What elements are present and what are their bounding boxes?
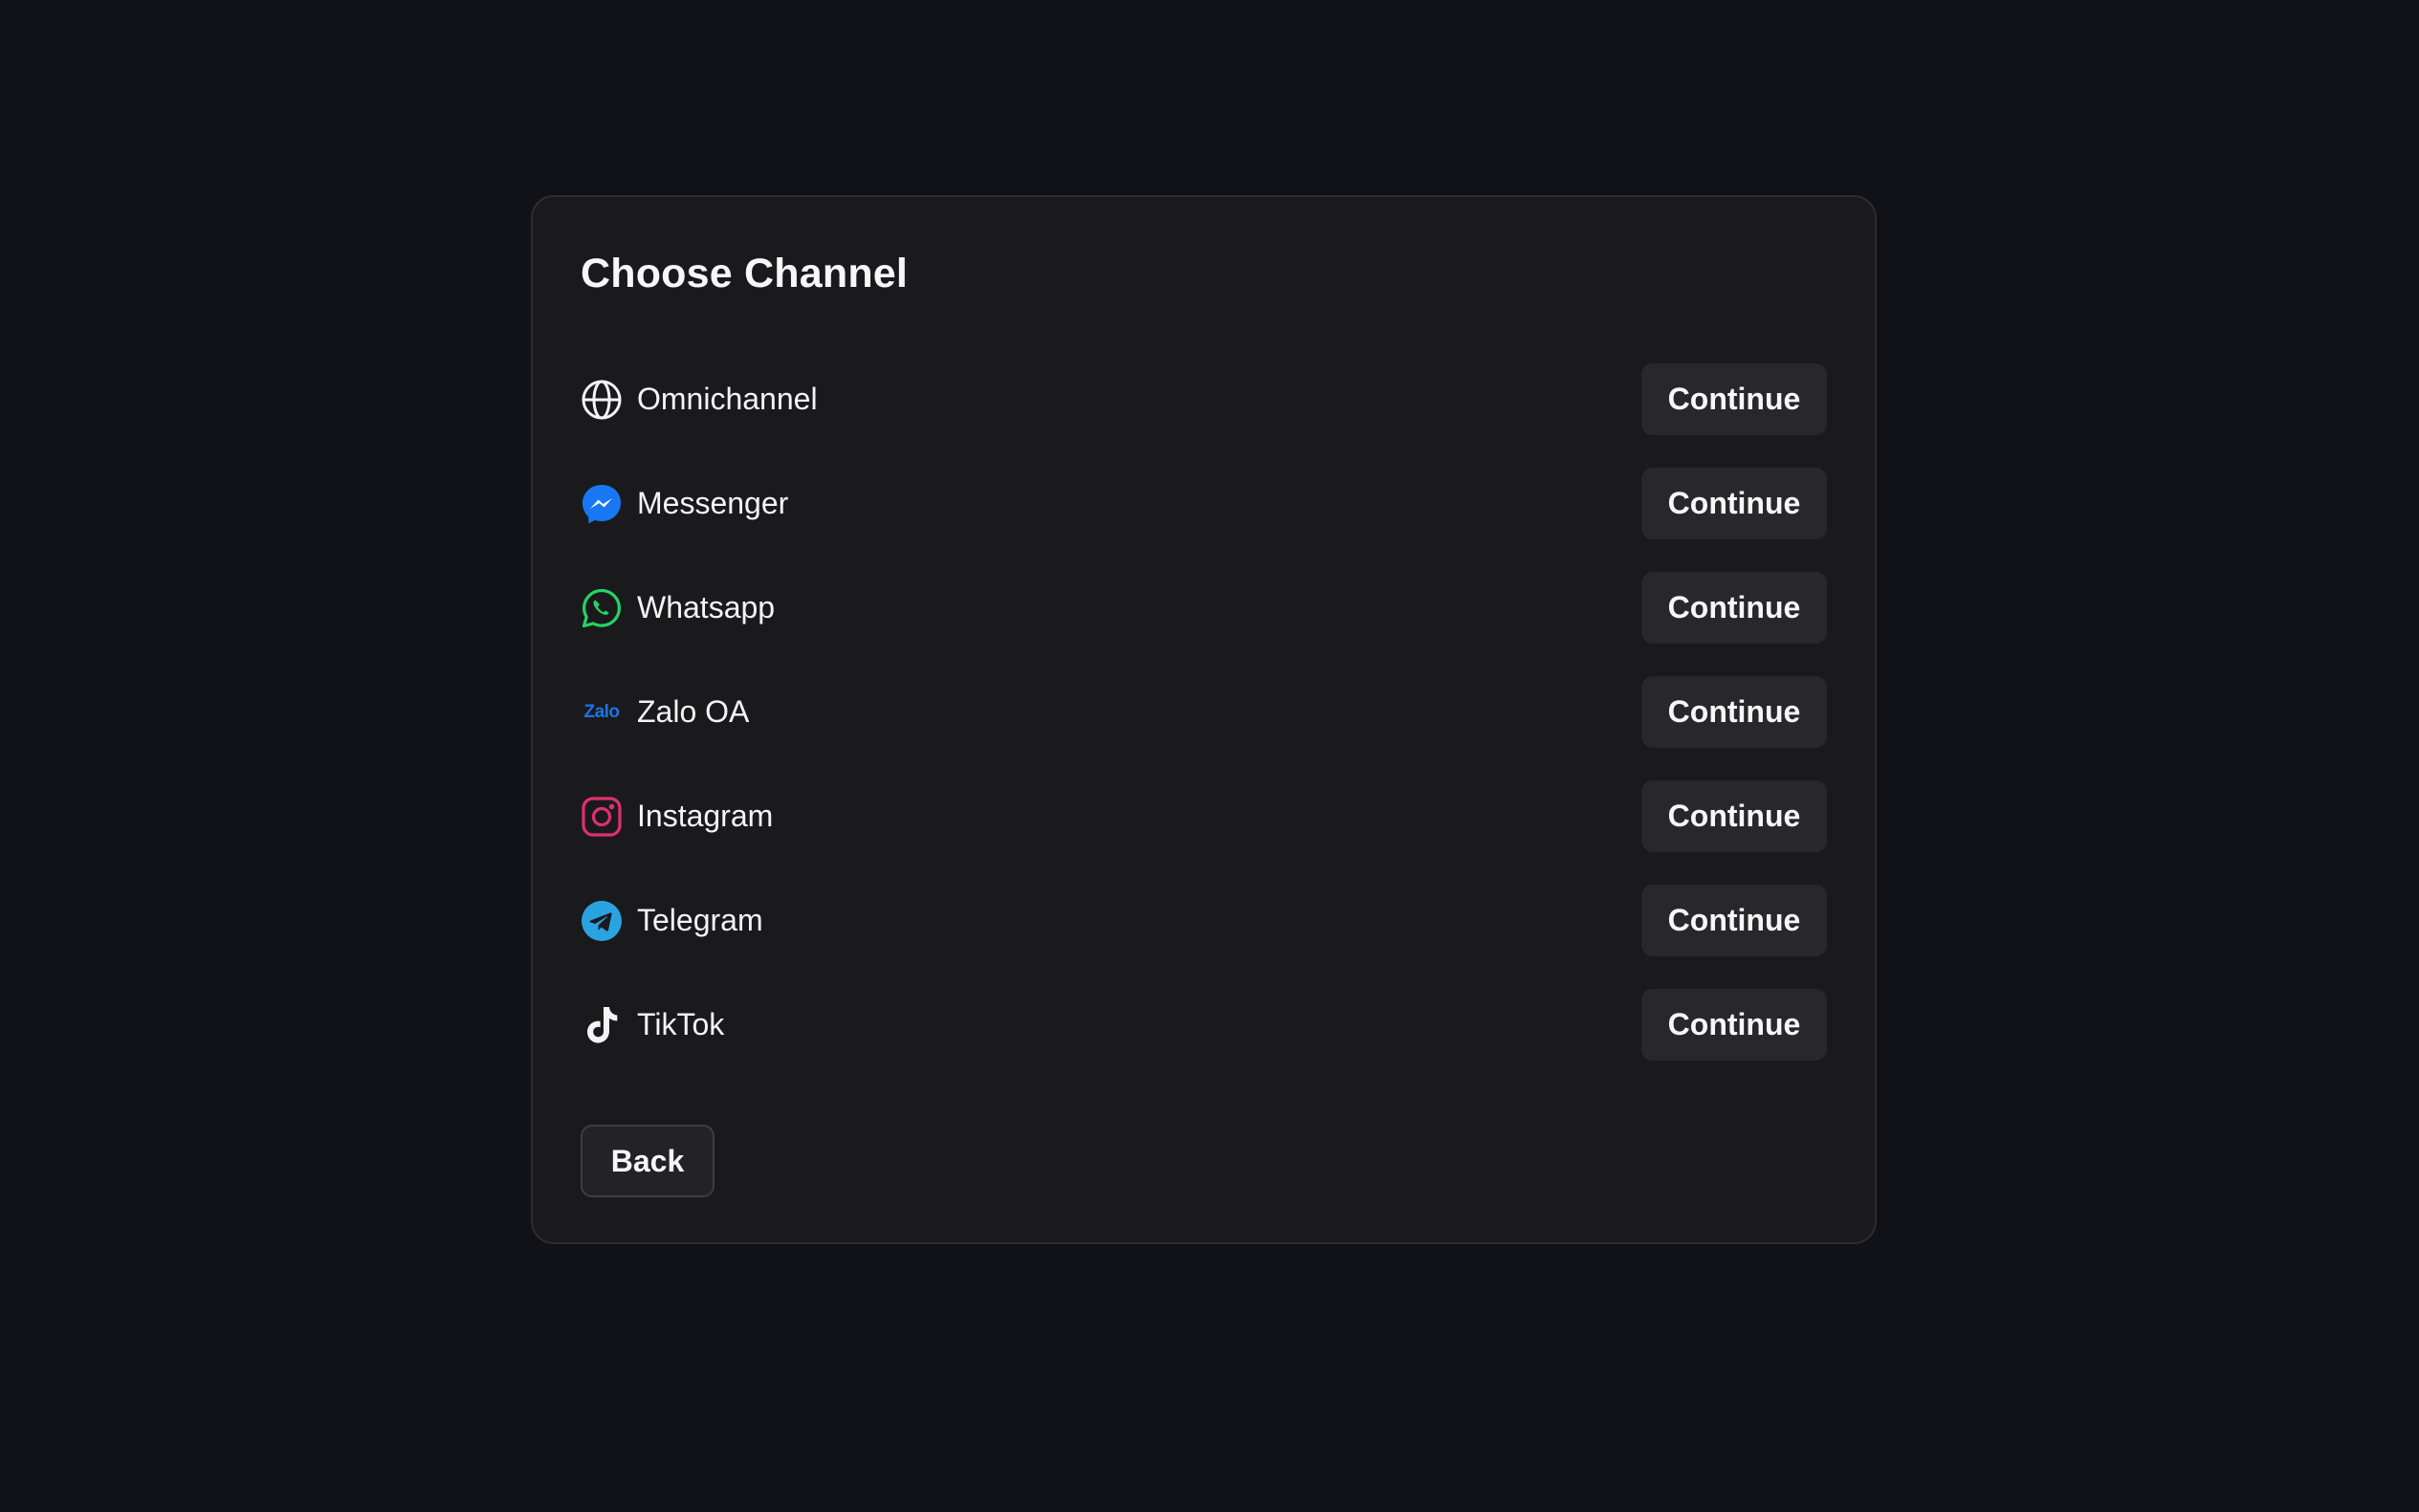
channel-list: Omnichannel Continue Messenger Continue — [581, 363, 1827, 1093]
continue-button-zalo-oa[interactable]: Continue — [1641, 676, 1827, 748]
whatsapp-icon — [581, 587, 623, 629]
globe-icon — [581, 379, 623, 421]
channel-row-zalo-oa: Zalo Zalo OA Continue — [581, 676, 1827, 748]
tiktok-icon — [581, 1004, 623, 1046]
channel-row-telegram: Telegram Continue — [581, 885, 1827, 956]
channel-label: Whatsapp — [637, 590, 776, 625]
channel-row-tiktok: TikTok Continue — [581, 989, 1827, 1061]
instagram-icon — [581, 796, 623, 838]
continue-button-instagram[interactable]: Continue — [1641, 780, 1827, 852]
channel-label: Omnichannel — [637, 382, 818, 416]
continue-button-whatsapp[interactable]: Continue — [1641, 572, 1827, 644]
dialog-title: Choose Channel — [581, 251, 909, 296]
choose-channel-dialog: Choose Channel Omnichannel Continue Mess… — [531, 195, 1877, 1244]
channel-label: Instagram — [637, 799, 774, 833]
channel-label: Messenger — [637, 486, 789, 520]
continue-button-telegram[interactable]: Continue — [1641, 885, 1827, 956]
channel-row-omnichannel: Omnichannel Continue — [581, 363, 1827, 435]
continue-button-tiktok[interactable]: Continue — [1641, 989, 1827, 1061]
channel-label: TikTok — [637, 1007, 725, 1041]
channel-label: Zalo OA — [637, 694, 750, 729]
telegram-icon — [581, 900, 623, 942]
channel-row-instagram: Instagram Continue — [581, 780, 1827, 852]
messenger-icon — [581, 483, 623, 525]
channel-row-messenger: Messenger Continue — [581, 468, 1827, 539]
zalo-icon: Zalo — [583, 701, 620, 722]
back-button[interactable]: Back — [581, 1125, 715, 1197]
channel-row-whatsapp: Whatsapp Continue — [581, 572, 1827, 644]
channel-label: Telegram — [637, 903, 763, 937]
continue-button-omnichannel[interactable]: Continue — [1641, 363, 1827, 435]
continue-button-messenger[interactable]: Continue — [1641, 468, 1827, 539]
